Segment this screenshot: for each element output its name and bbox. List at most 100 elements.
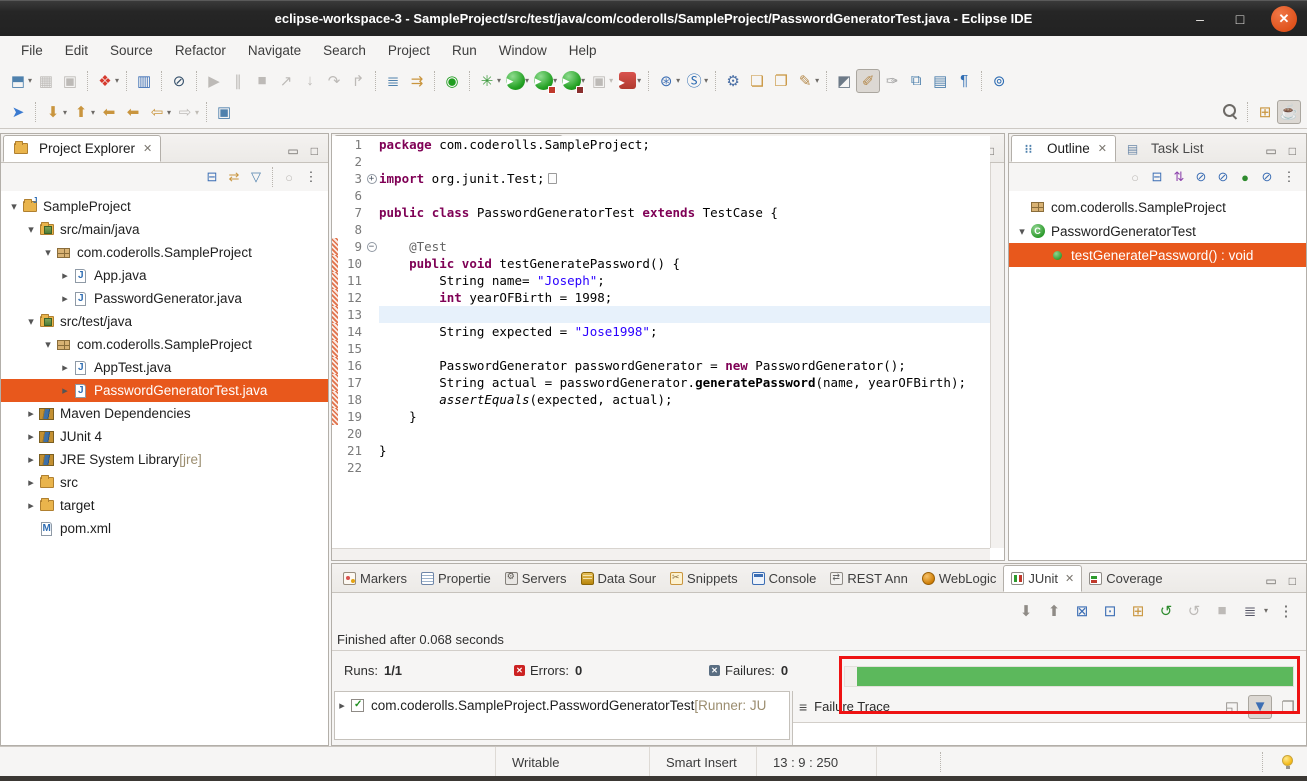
scroll-lock-button[interactable]: ⊞ [1126,599,1150,623]
tree-item-com-coderolls-sampleproject[interactable]: ▾com.coderolls.SampleProject [1,241,328,264]
search-button[interactable] [1218,100,1242,124]
collapse-all-button[interactable]: ⊟ [201,166,223,188]
tree-item-src[interactable]: ▸src [1,471,328,494]
build-gear-button[interactable]: ⚙ [721,69,745,93]
tree-item-com-coderolls-sampleproject[interactable]: ▾com.coderolls.SampleProject [1,333,328,356]
launch-group-button[interactable]: ⇉ [405,69,429,93]
minimize-panel-icon[interactable]: ▭ [1265,576,1276,586]
tab-properties[interactable]: Propertie [414,565,498,592]
minimize-button[interactable]: – [1191,11,1209,27]
link-with-editor-button[interactable]: ⇄ [223,166,245,188]
next-failed-test-button[interactable]: ⬇ [1014,599,1038,623]
tab-markers[interactable]: Markers [336,565,414,592]
tab-weblogic[interactable]: WebLogic [915,565,1004,592]
test-suite-row[interactable]: ▸ com.coderolls.SampleProject.PasswordGe… [335,692,789,716]
pin-editor-button[interactable]: ▣ [212,100,236,124]
annotate-pen-button[interactable]: ✎ [793,69,817,93]
mark-occurrences-button[interactable]: ◩ [832,69,856,93]
tree-item-apptest-java[interactable]: ▸AppTest.java [1,356,328,379]
menu-source[interactable]: Source [99,39,164,62]
expander-icon[interactable]: ▾ [1015,225,1029,238]
step-return-button[interactable]: ↱ [346,69,370,93]
tree-item-maven-dependencies[interactable]: ▸Maven Dependencies [1,402,328,425]
show-skipped-button[interactable]: ⊡ [1098,599,1122,623]
maximize-button[interactable]: □ [1231,11,1249,27]
hide-local-types-button[interactable]: ⊘ [1256,166,1278,188]
step-filters-button[interactable]: ↗ [274,69,298,93]
forward-button[interactable]: ⇨ [173,100,197,124]
resume-button[interactable]: ▶ [202,69,226,93]
menu-run[interactable]: Run [441,39,488,62]
link-editor-button[interactable]: ⧉ [904,69,928,93]
maximize-panel-icon[interactable]: □ [311,146,318,156]
expander-icon[interactable]: ▾ [24,223,38,236]
hide-static-button[interactable]: ⊘ [1212,166,1234,188]
tree-item-src-test-java[interactable]: ▾src/test/java [1,310,328,333]
view-menu-button[interactable]: ⋮ [300,166,322,188]
run-button[interactable] [503,69,527,93]
tab-coverage[interactable]: Coverage [1082,565,1169,592]
tree-item-junit-4[interactable]: ▸JUnit 4 [1,425,328,448]
expander-icon[interactable]: ▸ [24,453,38,466]
tree-item-src-main-java[interactable]: ▾src/main/java [1,218,328,241]
show-whitespace-button[interactable]: ¶ [952,69,976,93]
view-menu-button[interactable]: ⋮ [1274,599,1298,623]
tree-item-pom-xml[interactable]: pom.xml [1,517,328,540]
sketch-pen-button[interactable]: ✑ [880,69,904,93]
javaee-perspective-button[interactable]: ☕ [1277,100,1301,124]
tree-item-passwordgenerator-java[interactable]: ▸PasswordGenerator.java [1,287,328,310]
test-run-history-button[interactable]: ≣ [1238,599,1262,623]
menu-search[interactable]: Search [312,39,377,62]
folded-region-icon[interactable] [548,173,557,184]
tab-console[interactable]: Console [745,565,824,592]
expander-icon[interactable]: ▸ [58,269,72,282]
menu-file[interactable]: File [10,39,54,62]
view-menu-button[interactable]: ⋮ [1278,166,1300,188]
tab-rest-annotations[interactable]: REST Ann [823,565,914,592]
run-secure-button[interactable] [559,69,583,93]
stop-junit-button[interactable]: ■ [1210,599,1234,623]
tab-junit[interactable]: JUnit✕ [1003,565,1082,592]
debug-button[interactable]: ✳ [475,69,499,93]
close-button[interactable]: ✕ [1271,6,1297,32]
tree-item-com-coderolls-sampleproject[interactable]: com.coderolls.SampleProject [1009,195,1306,219]
expander-icon[interactable]: ▸ [24,499,38,512]
expander-icon[interactable]: ▾ [24,315,38,328]
menu-navigate[interactable]: Navigate [237,39,312,62]
profile-button[interactable] [615,69,639,93]
fold-expand-icon[interactable]: + [367,174,377,184]
prev-annotation-button[interactable]: ⬆ [69,100,93,124]
tab-project-explorer[interactable]: Project Explorer ✕ [3,135,161,162]
show-source-button[interactable]: ▤ [928,69,952,93]
close-tab-icon[interactable]: ✕ [143,142,152,155]
tab-outline[interactable]: ⁝⁝ Outline ✕ [1011,135,1116,162]
run-config-button[interactable]: ≣ [381,69,405,93]
minimize-panel-icon[interactable]: ▭ [287,146,298,156]
open-perspective-button[interactable]: ⊞ [1253,100,1277,124]
step-over-button[interactable]: ↷ [322,69,346,93]
open-resource-button[interactable]: ❐ [769,69,793,93]
back-button[interactable]: ⇦ [145,100,169,124]
menu-window[interactable]: Window [488,39,558,62]
expander-icon[interactable]: ▸ [58,384,72,397]
web-browser-button[interactable]: ⊚ [987,69,1011,93]
terminate-button[interactable]: ■ [250,69,274,93]
close-tab-icon[interactable]: ✕ [1098,142,1107,155]
tab-data-source[interactable]: Data Sour [574,565,664,592]
rerun-test-button[interactable]: ↺ [1154,599,1178,623]
maximize-panel-icon[interactable]: □ [1289,576,1296,586]
tree-item-sampleproject[interactable]: ▾SampleProject [1,195,328,218]
previous-failed-test-button[interactable]: ⬆ [1042,599,1066,623]
filter-button[interactable]: ▽ [245,166,267,188]
step-into-button[interactable]: ↓ [298,69,322,93]
tab-snippets[interactable]: Snippets [663,565,745,592]
focus-task-button[interactable]: ○ [1124,166,1146,188]
coverage-run-button[interactable] [531,69,555,93]
expander-icon[interactable]: ▾ [7,200,21,213]
red-central-button[interactable]: ❖ [93,69,117,93]
tree-item-target[interactable]: ▸target [1,494,328,517]
close-tab-icon[interactable]: ✕ [1065,572,1074,585]
editor-horizontal-scrollbar[interactable] [332,548,990,560]
expander-icon[interactable]: ▸ [24,430,38,443]
open-type-button[interactable]: ❏ [745,69,769,93]
